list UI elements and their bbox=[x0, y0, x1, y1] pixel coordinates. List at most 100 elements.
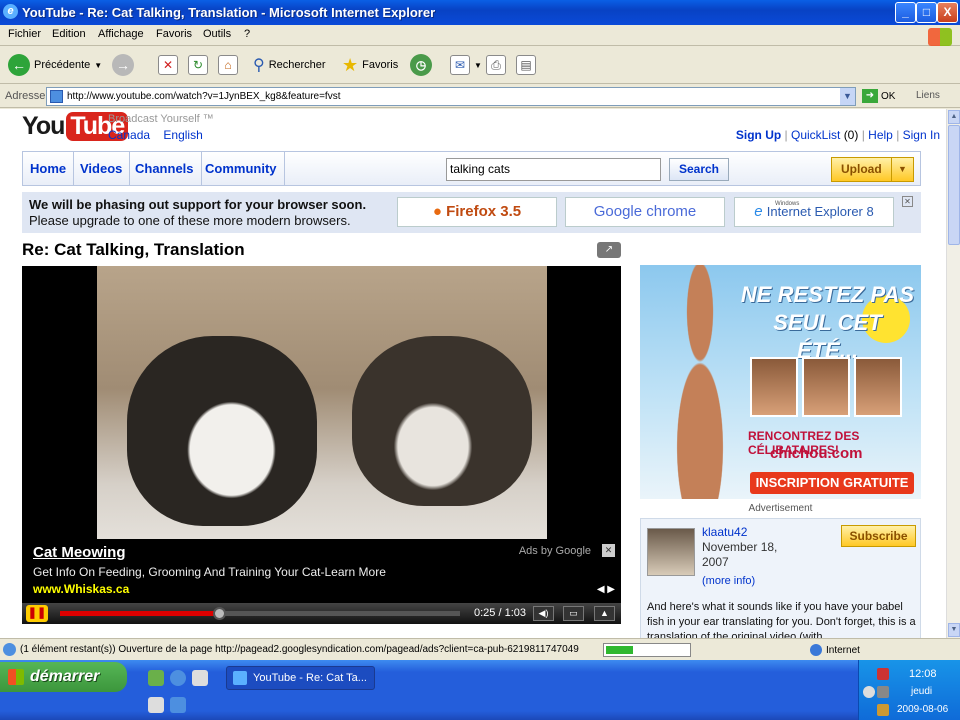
video-ad-overlay[interactable]: Cat Meowing Get Info On Feeding, Groomin… bbox=[22, 539, 621, 599]
taskbar: démarrer YouTube - Re: Cat Ta... 12:08 j… bbox=[0, 660, 960, 720]
menu-fichier[interactable]: Fichier bbox=[8, 28, 41, 40]
window-title: YouTube - Re: Cat Talking, Translation -… bbox=[22, 5, 436, 20]
back-dropdown-icon[interactable]: ▼ bbox=[94, 61, 102, 70]
uploader-box: klaatu42 November 18, 2007 (more info) S… bbox=[640, 518, 921, 638]
mail-dropdown-icon[interactable]: ▼ bbox=[474, 61, 482, 70]
watch-large-icon[interactable]: ▭ bbox=[563, 606, 584, 621]
chrome-label: Google chrome bbox=[593, 203, 697, 220]
ad-banner[interactable]: NE RESTEZ PAS SEUL CET ÉTÉ... RENCONTREZ… bbox=[640, 265, 921, 499]
forward-button[interactable]: → bbox=[112, 52, 134, 78]
links-button[interactable]: Liens bbox=[916, 90, 940, 101]
popout-icon[interactable]: ↗ bbox=[597, 242, 621, 258]
back-button[interactable]: ← Précédente ▼ bbox=[8, 52, 102, 78]
ad-url[interactable]: www.Whiskas.ca bbox=[33, 582, 129, 596]
banner-headline: NE RESTEZ PAS SEUL CET ÉTÉ... bbox=[740, 282, 915, 363]
subscribe-button[interactable]: Subscribe bbox=[841, 525, 916, 547]
chrome-link[interactable]: Google chrome bbox=[565, 197, 725, 227]
start-button[interactable]: démarrer bbox=[0, 662, 127, 692]
favorites-label: Favoris bbox=[362, 59, 399, 71]
quicklist-link[interactable]: QuickList bbox=[791, 128, 840, 142]
search-input[interactable]: talking cats bbox=[446, 158, 661, 181]
tray-flag-icon[interactable] bbox=[877, 668, 889, 680]
ad-headline[interactable]: Cat Meowing bbox=[33, 544, 126, 561]
ie8-link[interactable]: Windows e Internet Explorer 8 bbox=[734, 197, 894, 227]
language-link[interactable]: English bbox=[163, 128, 202, 142]
maximize-button[interactable]: □ bbox=[916, 2, 937, 23]
seek-handle[interactable] bbox=[212, 607, 226, 620]
signup-link[interactable]: Sign Up bbox=[736, 128, 781, 142]
tray-network-icon[interactable] bbox=[877, 686, 889, 698]
scroll-up-icon[interactable]: ▲ bbox=[948, 110, 960, 124]
avatar[interactable] bbox=[647, 528, 695, 576]
quicklaunch-app-icon[interactable] bbox=[148, 697, 164, 713]
tray-arrow-icon[interactable] bbox=[863, 686, 875, 698]
main-nav: Home Videos Channels Community talking c… bbox=[22, 151, 921, 186]
tray-shield-icon[interactable] bbox=[877, 704, 889, 716]
pause-button[interactable]: ❚❚ bbox=[26, 605, 48, 622]
upload-dropdown-icon[interactable]: ▼ bbox=[891, 158, 913, 181]
print-button[interactable]: ⎙ bbox=[486, 52, 506, 78]
scroll-thumb[interactable] bbox=[948, 125, 960, 245]
menu-affichage[interactable]: Affichage bbox=[98, 28, 144, 40]
mail-button[interactable]: ✉ ▼ bbox=[450, 52, 482, 78]
ad-nav-icon[interactable]: ◀ ▶ bbox=[597, 584, 615, 595]
quicklaunch-ie-icon[interactable] bbox=[170, 670, 186, 686]
seek-progress bbox=[60, 611, 219, 616]
uploader-name[interactable]: klaatu42 bbox=[702, 525, 747, 539]
volume-icon[interactable]: ◀) bbox=[533, 606, 554, 621]
firefox-link[interactable]: ● Firefox 3.5 bbox=[397, 197, 557, 227]
favorites-button[interactable]: ★ Favoris bbox=[342, 52, 398, 78]
quicklaunch-media-icon[interactable] bbox=[192, 670, 208, 686]
refresh-button[interactable]: ↻ bbox=[188, 52, 208, 78]
search-submit-button[interactable]: Search bbox=[669, 158, 729, 181]
menu-edition[interactable]: Edition bbox=[52, 28, 86, 40]
go-label: OK bbox=[881, 90, 896, 102]
ie-logo-icon: e bbox=[754, 203, 763, 220]
go-button[interactable]: ➜ OK bbox=[862, 89, 895, 103]
notice-line-1: We will be phasing out support for your … bbox=[29, 197, 367, 212]
edit-button[interactable]: ▤ bbox=[516, 52, 536, 78]
nav-home[interactable]: Home bbox=[23, 152, 75, 185]
page-scrollbar[interactable]: ▲ ▼ bbox=[946, 109, 960, 638]
fullscreen-icon[interactable]: ▲ bbox=[594, 606, 615, 621]
home-button[interactable]: ⌂ bbox=[218, 52, 238, 78]
video-player[interactable]: Cat Meowing Get Info On Feeding, Groomin… bbox=[22, 266, 621, 624]
nav-channels[interactable]: Channels bbox=[128, 152, 202, 185]
nav-community[interactable]: Community bbox=[198, 152, 285, 185]
seek-bar[interactable] bbox=[60, 607, 460, 620]
history-button[interactable]: ◷ bbox=[410, 52, 432, 78]
menu-help[interactable]: ? bbox=[244, 28, 250, 40]
star-icon: ★ bbox=[342, 54, 359, 75]
search-button[interactable]: ⚲ Rechercher bbox=[253, 52, 326, 78]
help-link[interactable]: Help bbox=[868, 128, 893, 142]
banner-cta-button[interactable]: INSCRIPTION GRATUITE bbox=[750, 472, 914, 494]
quicklaunch-app2-icon[interactable] bbox=[170, 697, 186, 713]
notice-close-icon[interactable]: ✕ bbox=[902, 196, 913, 207]
player-controls: ❚❚ 0:25 / 1:03 ◀) ▭ ▲ bbox=[22, 603, 621, 624]
address-dropdown-icon[interactable]: ▼ bbox=[840, 88, 855, 105]
stop-button[interactable]: ✕ bbox=[158, 52, 178, 78]
minimize-button[interactable]: _ bbox=[895, 2, 916, 23]
search-icon: ⚲ bbox=[253, 57, 265, 74]
ad-close-icon[interactable]: ✕ bbox=[602, 544, 615, 557]
history-icon: ◷ bbox=[410, 54, 432, 76]
address-input[interactable]: http://www.youtube.com/watch?v=1JynBEX_k… bbox=[46, 87, 856, 106]
nav-videos[interactable]: Videos bbox=[73, 152, 131, 185]
clock-date: 2009-08-06 bbox=[897, 704, 949, 715]
country-link[interactable]: Canada bbox=[108, 128, 150, 142]
more-info-link[interactable]: (more info) bbox=[702, 575, 755, 587]
scroll-down-icon[interactable]: ▼ bbox=[948, 623, 960, 637]
clock-time[interactable]: 12:08 bbox=[909, 668, 937, 680]
video-frame bbox=[97, 266, 547, 539]
signin-link[interactable]: Sign In bbox=[903, 128, 940, 142]
quicklaunch-desktop-icon[interactable] bbox=[148, 670, 164, 686]
menu-outils[interactable]: Outils bbox=[203, 28, 231, 40]
menu-favoris[interactable]: Favoris bbox=[156, 28, 192, 40]
taskbar-item-youtube[interactable]: YouTube - Re: Cat Ta... bbox=[226, 666, 375, 690]
upload-button[interactable]: Upload ▼ bbox=[831, 157, 914, 182]
video-description: And here's what it sounds like if you ha… bbox=[647, 601, 916, 638]
window-title-bar[interactable]: e YouTube - Re: Cat Talking, Translation… bbox=[0, 0, 960, 25]
close-button[interactable]: X bbox=[937, 2, 958, 23]
security-zone: Internet bbox=[810, 644, 860, 656]
windows-logo-icon bbox=[928, 28, 952, 46]
